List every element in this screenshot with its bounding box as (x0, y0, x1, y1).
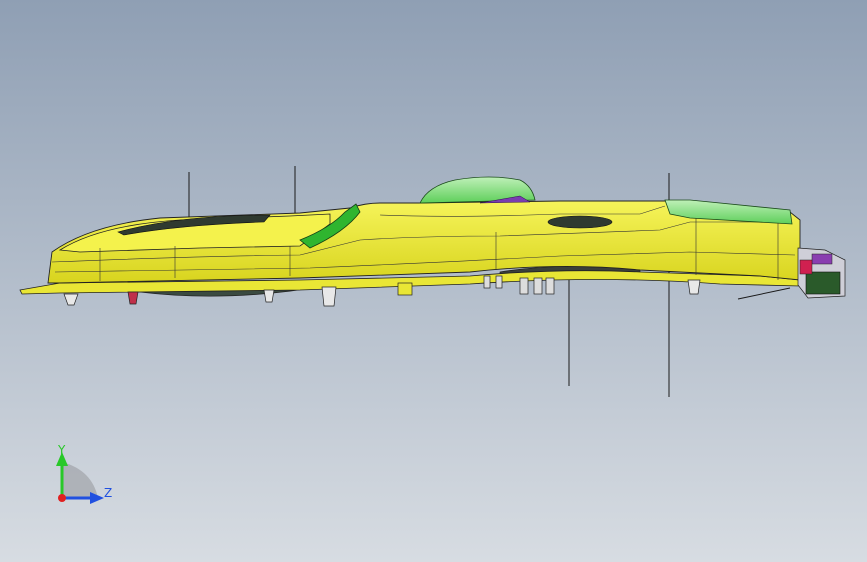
boss (495, 275, 503, 289)
boss (519, 277, 529, 295)
z-axis-label: Z (104, 486, 112, 500)
boss (483, 275, 491, 289)
viewport-canvas[interactable]: Y Z (0, 0, 867, 562)
boss (545, 277, 555, 295)
clip (687, 279, 701, 295)
x-axis-dot (58, 494, 66, 502)
clip (263, 289, 275, 303)
boss (533, 277, 543, 295)
center-oval (547, 215, 613, 229)
3d-viewport[interactable]: Y Z (0, 0, 867, 562)
clip (321, 286, 337, 307)
y-axis-label: Y (57, 443, 66, 457)
boss (397, 282, 413, 296)
clip (127, 291, 139, 305)
